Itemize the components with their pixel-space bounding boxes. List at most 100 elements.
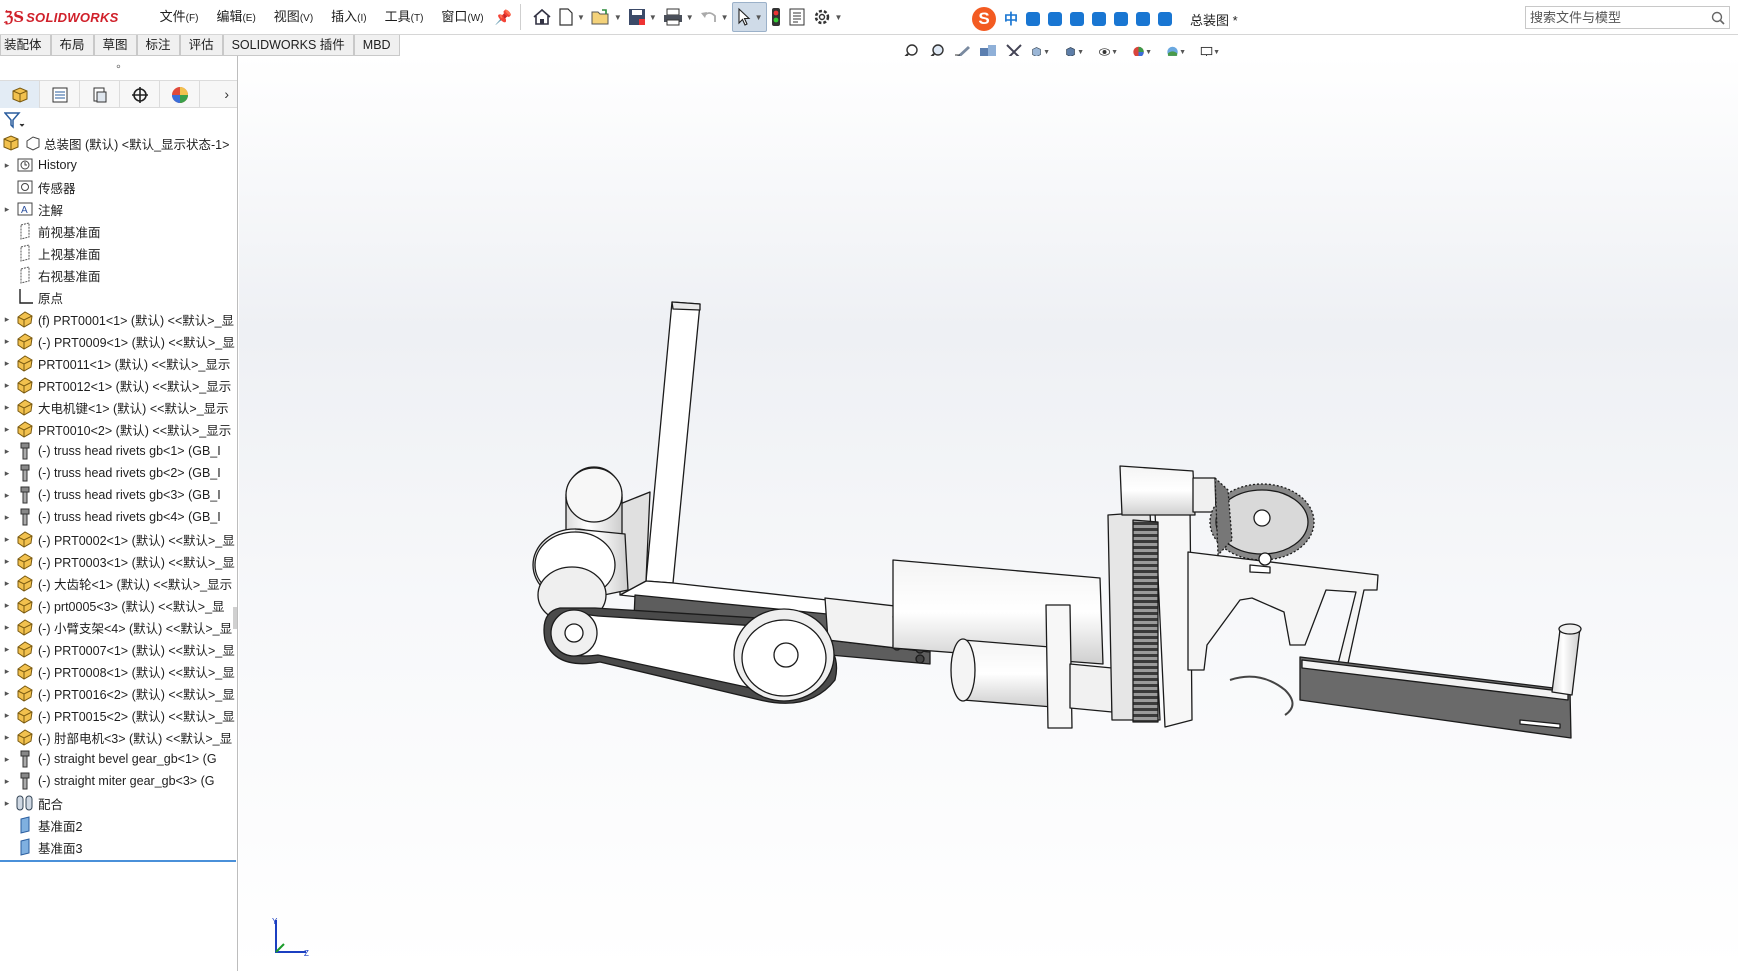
settings-icon[interactable]	[1158, 12, 1172, 26]
ime-logo[interactable]: S	[972, 7, 996, 31]
expand-arrow-icon[interactable]: ▸	[0, 710, 14, 721]
tree-item[interactable]: ▸ PRT0011<1> (默认) <<默认>_显示	[0, 352, 237, 374]
dropdown-arrow-icon[interactable]: ▼	[686, 13, 694, 22]
ime-mode-toggle[interactable]: 中	[1004, 9, 1018, 29]
punctuation-icon[interactable]	[1026, 12, 1040, 26]
expand-arrow-icon[interactable]: ▸	[0, 314, 14, 325]
tree-item[interactable]: ▸ 大电机键<1> (默认) <<默认>_显示	[0, 396, 237, 418]
expand-arrow-icon[interactable]: ▸	[0, 666, 14, 677]
expand-arrow-icon[interactable]: ▸	[0, 622, 14, 633]
expand-arrow-icon[interactable]: ▸	[0, 776, 14, 787]
propertymanager-tab[interactable]	[40, 81, 80, 108]
tree-item[interactable]: ▸ (-) straight miter gear_gb<3> (G	[0, 770, 237, 792]
dropdown-arrow-icon[interactable]: ▼	[1077, 49, 1084, 56]
open-button[interactable]: ▼	[588, 2, 625, 32]
expand-arrow-icon[interactable]: ▸	[0, 358, 14, 369]
microphone-icon[interactable]	[1048, 12, 1062, 26]
tree-item[interactable]: 基准面3	[0, 836, 237, 858]
dropdown-arrow-icon[interactable]: ▼	[577, 13, 585, 22]
print-button[interactable]: ▼	[660, 2, 697, 32]
more-tabs-button[interactable]: ›	[200, 81, 237, 107]
panel-splitter-handle[interactable]	[233, 607, 237, 629]
new-document-button[interactable]: ▼	[555, 2, 588, 32]
tree-item[interactable]: ▸ (-) 小臂支架<4> (默认) <<默认>_显	[0, 616, 237, 638]
command-tab[interactable]: SOLIDWORKS 插件	[222, 35, 354, 56]
skin-icon[interactable]	[1092, 12, 1106, 26]
expand-arrow-icon[interactable]: ▸	[0, 380, 14, 391]
expand-arrow-icon[interactable]: ▸	[0, 688, 14, 699]
tree-root[interactable]: 总装图 (默认) <默认_显示状态-1>	[0, 132, 237, 154]
tree-item[interactable]: ▸ (-) PRT0007<1> (默认) <<默认>_显	[0, 638, 237, 660]
options-button[interactable]: ▼	[809, 2, 846, 32]
expand-arrow-icon[interactable]: ▸	[0, 490, 14, 501]
solidworks-logo[interactable]: ℨS SOLIDWORKS	[0, 0, 123, 35]
expand-arrow-icon[interactable]: ▸	[0, 424, 14, 435]
expand-arrow-icon[interactable]: ▸	[0, 534, 14, 545]
expand-arrow-icon[interactable]: ▸	[0, 402, 14, 413]
command-tab[interactable]: 装配体	[0, 35, 51, 56]
menu-item[interactable]: 工具(T)	[376, 0, 433, 36]
expand-arrow-icon[interactable]: ▸	[0, 644, 14, 655]
search-box[interactable]	[1525, 6, 1730, 29]
tree-item[interactable]: 前视基准面	[0, 220, 237, 242]
dropdown-arrow-icon[interactable]: ▼	[835, 13, 843, 22]
tree-item[interactable]: ▸ (-) PRT0009<1> (默认) <<默认>_显	[0, 330, 237, 352]
tree-item[interactable]: ▸ (-) 大齿轮<1> (默认) <<默认>_显示	[0, 572, 237, 594]
expand-arrow-icon[interactable]: ▸	[0, 160, 14, 171]
home-button[interactable]	[529, 2, 555, 32]
expand-arrow-icon[interactable]: ▸	[0, 336, 14, 347]
game-icon[interactable]	[1114, 12, 1128, 26]
command-tab[interactable]: 评估	[179, 35, 223, 56]
tree-item[interactable]: ▸ (-) truss head rivets gb<4> (GB_I	[0, 506, 237, 528]
expand-arrow-icon[interactable]: ▸	[0, 732, 14, 743]
expand-arrow-icon[interactable]: ▸	[0, 512, 14, 523]
dropdown-arrow-icon[interactable]: ▼	[614, 13, 622, 22]
undo-button[interactable]: ▼	[697, 2, 732, 32]
tree-item[interactable]: ▸ History	[0, 154, 237, 176]
file-properties-button[interactable]	[785, 2, 809, 32]
tree-item[interactable]: ▸ (-) PRT0002<1> (默认) <<默认>_显	[0, 528, 237, 550]
tree-item[interactable]: ▸ (-) PRT0016<2> (默认) <<默认>_显	[0, 682, 237, 704]
filter-input[interactable]	[26, 109, 234, 131]
tree-item[interactable]: ▸ 配合	[0, 792, 237, 814]
command-tab[interactable]: 标注	[136, 35, 180, 56]
rebuild-button[interactable]	[767, 2, 785, 32]
tree-item[interactable]: ▸ (-) straight bevel gear_gb<1> (G	[0, 748, 237, 770]
expand-arrow-icon[interactable]: ▸	[0, 754, 14, 765]
expand-arrow-icon[interactable]: ▸	[0, 446, 14, 457]
filter-icon[interactable]	[4, 111, 26, 129]
command-tab[interactable]: 草图	[93, 35, 137, 56]
save-button[interactable]: ▼	[625, 2, 660, 32]
menu-item[interactable]: 文件(F)	[151, 0, 208, 36]
menu-item[interactable]: 编辑(E)	[207, 0, 264, 36]
dimxpert-tab[interactable]	[120, 81, 160, 108]
tree-item[interactable]: ▸ (-) truss head rivets gb<1> (GB_I	[0, 440, 237, 462]
dropdown-arrow-icon[interactable]: ▼	[755, 13, 763, 22]
expand-arrow-icon[interactable]: ▸	[0, 600, 14, 611]
tree-item[interactable]: ▸ (-) truss head rivets gb<2> (GB_I	[0, 462, 237, 484]
dropdown-arrow-icon[interactable]: ▼	[1043, 49, 1050, 56]
pin-menu-icon[interactable]: 📌	[495, 0, 512, 35]
displaymanager-tab[interactable]	[160, 81, 200, 108]
dropdown-arrow-icon[interactable]: ▼	[1145, 49, 1152, 56]
tree-item[interactable]: ▸ (-) prt0005<3> (默认) <<默认>_显	[0, 594, 237, 616]
dropdown-arrow-icon[interactable]: ▼	[1179, 49, 1186, 56]
tree-item[interactable]: ▸ (-) 肘部电机<3> (默认) <<默认>_显	[0, 726, 237, 748]
tree-item[interactable]: 传感器	[0, 176, 237, 198]
tree-item[interactable]: ▸ PRT0012<1> (默认) <<默认>_显示	[0, 374, 237, 396]
search-input[interactable]	[1530, 10, 1709, 25]
toolbox-icon[interactable]	[1136, 12, 1150, 26]
tree-item[interactable]: ▸ (-) PRT0003<1> (默认) <<默认>_显	[0, 550, 237, 572]
tree-item[interactable]: 右视基准面	[0, 264, 237, 286]
featuremanager-tab[interactable]	[0, 81, 40, 108]
expand-arrow-icon[interactable]: ▸	[0, 798, 14, 809]
dropdown-arrow-icon[interactable]: ▼	[649, 13, 657, 22]
dropdown-arrow-icon[interactable]: ▼	[1213, 49, 1220, 56]
expand-arrow-icon[interactable]: ▸	[0, 578, 14, 589]
tree-item[interactable]: ▸ PRT0010<2> (默认) <<默认>_显示	[0, 418, 237, 440]
menu-item[interactable]: 窗口(W)	[432, 0, 492, 36]
keyboard-icon[interactable]	[1070, 12, 1084, 26]
tree-item[interactable]: 基准面2	[0, 814, 237, 836]
tree-item[interactable]: ▸ (-) PRT0015<2> (默认) <<默认>_显	[0, 704, 237, 726]
tree-item[interactable]: ▸ (f) PRT0001<1> (默认) <<默认>_显	[0, 308, 237, 330]
